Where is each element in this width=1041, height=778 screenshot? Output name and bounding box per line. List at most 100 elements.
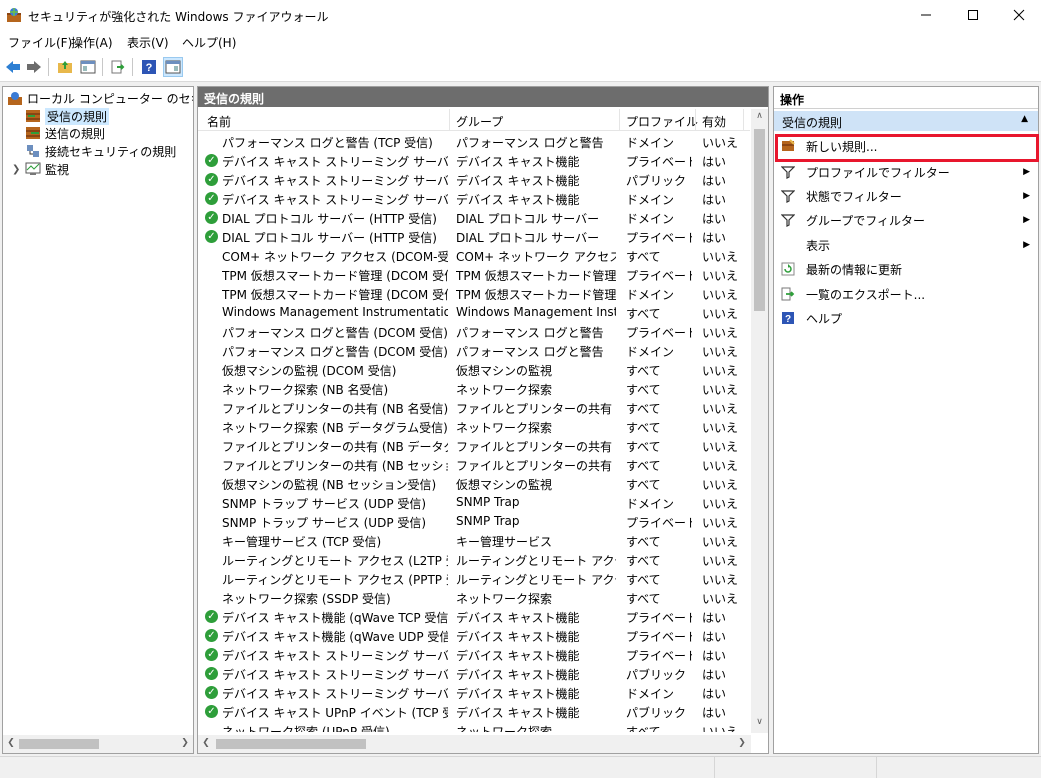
rule-enabled-cell: いいえ xyxy=(702,364,739,378)
scroll-right-icon[interactable]: ❯ xyxy=(179,738,191,748)
rule-name-cell: TPM 仮想スマートカード管理 (DCOM 受信) xyxy=(222,288,448,302)
table-row[interactable]: ネットワーク探索 (UPnP 受信) ネットワーク探索 すべて いいえ xyxy=(198,721,750,732)
rule-group-cell: デバイス キャスト機能 xyxy=(456,155,580,169)
table-row[interactable]: ファイルとプリンターの共有 (NB セッション受信) ファイルとプリンターの共有す… xyxy=(198,455,750,474)
table-row[interactable]: ✓ デバイス キャスト ストリーミング サーバー (RTSP ... デバイス キャ… xyxy=(198,664,750,683)
column-divider[interactable] xyxy=(743,109,744,131)
action-item[interactable]: 状態でフィルター ▶ xyxy=(774,185,1038,207)
table-row[interactable]: キー管理サービス (TCP 受信) キー管理サービス すべて いいえ xyxy=(198,531,750,550)
table-row[interactable]: パフォーマンス ログと警告 (DCOM 受信) パフォーマンス ログと警告 ドメイン… xyxy=(198,341,750,360)
expand-chevron-icon[interactable]: ❯ xyxy=(12,164,20,175)
tree-horizontal-scrollbar[interactable]: ❮ ❯ xyxy=(3,735,193,753)
menu-action[interactable]: 操作(A) xyxy=(71,34,113,51)
table-row[interactable]: ルーティングとリモート アクセス (L2TP 受信) ルーティングとリモート アク… xyxy=(198,550,750,569)
action-item[interactable]: 表示 ▶ xyxy=(774,234,1038,256)
tree-item-inbound-rules[interactable]: 受信の規則 xyxy=(25,107,110,125)
table-row[interactable]: SNMP トラップ サービス (UDP 受信) SNMP Trap プライベート,.… xyxy=(198,512,750,531)
table-row[interactable]: ルーティングとリモート アクセス (PPTP 受信) ルーティングとリモート アク… xyxy=(198,569,750,588)
table-row[interactable]: ✓ DIAL プロトコル サーバー (HTTP 受信) DIAL プロトコル サーバ… xyxy=(198,227,750,246)
close-button[interactable] xyxy=(996,0,1041,30)
action-item[interactable]: ? ヘルプ xyxy=(774,307,1038,329)
table-row[interactable]: ファイルとプリンターの共有 (NB データグラム受信) ファイルとプリンターの共有… xyxy=(198,436,750,455)
minimize-button[interactable] xyxy=(903,0,949,30)
column-header-name[interactable]: 名前 xyxy=(207,113,231,130)
table-row[interactable]: 仮想マシンの監視 (DCOM 受信) 仮想マシンの監視 すべて いいえ xyxy=(198,360,750,379)
menu-view[interactable]: 表示(V) xyxy=(127,34,169,51)
back-button[interactable] xyxy=(3,57,23,77)
collapse-triangle-icon[interactable]: ▲ xyxy=(1021,114,1028,124)
table-row[interactable]: TPM 仮想スマートカード管理 (DCOM 受信) TPM 仮想スマートカード管理… xyxy=(198,284,750,303)
forward-button[interactable] xyxy=(24,57,44,77)
scroll-right-icon[interactable]: ❯ xyxy=(736,738,748,748)
tree-item-outbound-rules[interactable]: 送信の規則 xyxy=(25,124,105,142)
table-row[interactable]: ✓ デバイス キャスト ストリーミング サーバー (HTTP ... デバイス キャ… xyxy=(198,189,750,208)
action-item[interactable]: グループでフィルター ▶ xyxy=(774,209,1038,231)
rule-enabled-cell: いいえ xyxy=(702,535,739,549)
menu-bar: ファイル(F) 操作(A) 表示(V) ヘルプ(H) xyxy=(0,30,1041,52)
table-row[interactable]: パフォーマンス ログと警告 (DCOM 受信) パフォーマンス ログと警告 プライベ… xyxy=(198,322,750,341)
rule-name-cell: ファイルとプリンターの共有 (NB データグラム受信) xyxy=(222,440,448,454)
rule-enabled-cell: いいえ xyxy=(702,421,739,435)
table-row[interactable]: ✓ デバイス キャスト UPnP イベント (TCP 受信) デバイス キャスト機能… xyxy=(198,702,750,721)
column-divider[interactable] xyxy=(449,109,450,131)
rule-enabled-cell: いいえ xyxy=(702,326,739,340)
rules-vertical-scrollbar[interactable]: ∧ ∨ xyxy=(751,109,768,733)
table-row[interactable]: ✓ デバイス キャスト ストリーミング サーバー (RTSP ... デバイス キャ… xyxy=(198,645,750,664)
maximize-button[interactable] xyxy=(950,0,996,30)
enabled-check-icon: ✓ xyxy=(205,648,218,661)
table-row[interactable]: ネットワーク探索 (NB データグラム受信) ネットワーク探索 すべて いいえ xyxy=(198,417,750,436)
table-row[interactable]: ✓ デバイス キャスト機能 (qWave TCP 受信) デバイス キャスト機能 プラ… xyxy=(198,607,750,626)
actions-section-inbound-rules[interactable]: 受信の規則 ▲ xyxy=(774,111,1038,131)
table-row[interactable]: ネットワーク探索 (NB 名受信) ネットワーク探索 すべて いいえ xyxy=(198,379,750,398)
rule-profile-cell: すべて xyxy=(626,535,661,549)
column-divider[interactable] xyxy=(695,109,696,131)
scrollbar-thumb[interactable] xyxy=(754,129,765,311)
table-row[interactable]: 仮想マシンの監視 (NB セッション受信) 仮想マシンの監視 すべて いいえ xyxy=(198,474,750,493)
rule-name-cell: キー管理サービス (TCP 受信) xyxy=(222,535,382,549)
rule-enabled-cell: はい xyxy=(702,649,727,663)
column-header-profile[interactable]: プロファイル xyxy=(626,113,698,130)
rule-profile-cell: すべて xyxy=(626,364,661,378)
action-item[interactable]: 一覧のエクスポート... xyxy=(774,283,1038,305)
action-item[interactable]: 最新の情報に更新 xyxy=(774,258,1038,280)
table-row[interactable]: Windows Management Instrumentation (... W… xyxy=(198,303,750,322)
scroll-up-icon[interactable]: ∧ xyxy=(753,111,766,121)
status-divider xyxy=(714,757,715,778)
table-row[interactable]: ✓ デバイス キャスト機能 (qWave UDP 受信) デバイス キャスト機能 プラ… xyxy=(198,626,750,645)
rules-horizontal-scrollbar[interactable]: ❮ ❯ xyxy=(198,735,751,753)
table-row[interactable]: パフォーマンス ログと警告 (TCP 受信) パフォーマンス ログと警告 ドメイン い… xyxy=(198,132,750,151)
up-folder-button[interactable] xyxy=(55,57,75,77)
table-row[interactable]: ネットワーク探索 (SSDP 受信) ネットワーク探索 すべて いいえ xyxy=(198,588,750,607)
table-row[interactable]: COM+ ネットワーク アクセス (DCOM-受信) COM+ ネットワーク アク… xyxy=(198,246,750,265)
export-list-button[interactable] xyxy=(108,57,128,77)
tree-item-monitoring[interactable]: 監視 xyxy=(25,160,69,178)
column-divider[interactable] xyxy=(619,109,620,131)
table-row[interactable]: ✓ デバイス キャスト ストリーミング サーバー (RTSP ... デバイス キャ… xyxy=(198,683,750,702)
menu-help[interactable]: ヘルプ(H) xyxy=(182,34,236,51)
action-label: 表示 xyxy=(806,238,831,253)
table-row[interactable]: SNMP トラップ サービス (UDP 受信) SNMP Trap ドメイン いいえ xyxy=(198,493,750,512)
menu-file[interactable]: ファイル(F) xyxy=(8,34,72,51)
table-row[interactable]: ✓ デバイス キャスト ストリーミング サーバー (HTTP ... デバイス キャ… xyxy=(198,151,750,170)
tree-item-connection-security-rules[interactable]: 接続セキュリティの規則 xyxy=(25,142,176,160)
rule-profile-cell: プライベート,... xyxy=(626,611,692,625)
action-item[interactable]: プロファイルでフィルター ▶ xyxy=(774,161,1038,183)
scroll-left-icon[interactable]: ❮ xyxy=(200,738,212,748)
table-row[interactable]: TPM 仮想スマートカード管理 (DCOM 受信) TPM 仮想スマートカード管理… xyxy=(198,265,750,284)
scroll-down-icon[interactable]: ∨ xyxy=(753,717,766,727)
help-button[interactable]: ? xyxy=(139,57,159,77)
column-header-group[interactable]: グループ xyxy=(456,113,503,130)
table-row[interactable]: ファイルとプリンターの共有 (NB 名受信) ファイルとプリンターの共有 すべて いい… xyxy=(198,398,750,417)
table-row[interactable]: ✓ DIAL プロトコル サーバー (HTTP 受信) DIAL プロトコル サーバ… xyxy=(198,208,750,227)
tree-root[interactable]: ローカル コンピューター のセキュリティ xyxy=(7,89,193,107)
column-header-enabled[interactable]: 有効 xyxy=(702,113,726,130)
rule-name-cell: COM+ ネットワーク アクセス (DCOM-受信) xyxy=(222,250,448,264)
rule-profile-cell: すべて xyxy=(626,250,661,264)
rule-group-cell: COM+ ネットワーク アクセス xyxy=(456,250,616,264)
scroll-left-icon[interactable]: ❮ xyxy=(5,738,17,748)
scrollbar-thumb[interactable] xyxy=(19,739,99,749)
show-hide-console-tree-button[interactable] xyxy=(78,57,98,77)
scrollbar-thumb[interactable] xyxy=(216,739,366,749)
table-row[interactable]: ✓ デバイス キャスト ストリーミング サーバー (HTTP ... デバイス キャ… xyxy=(198,170,750,189)
show-hide-action-pane-button[interactable] xyxy=(163,57,183,77)
